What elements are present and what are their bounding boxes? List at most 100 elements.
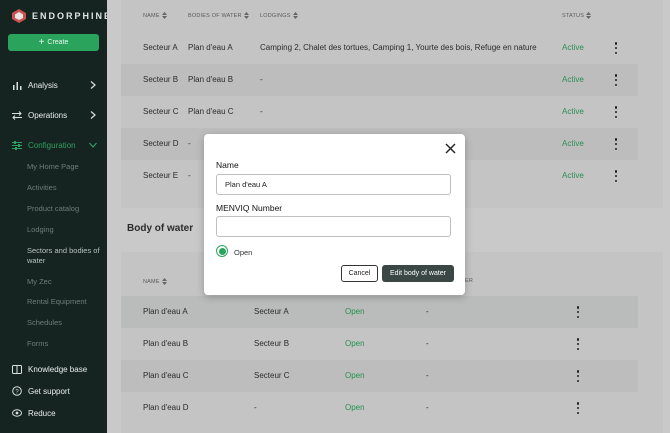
more-options-icon[interactable] xyxy=(613,170,619,182)
water-extra: - xyxy=(426,403,429,412)
open-radio-label: Open xyxy=(234,248,253,257)
water-name: Plan d'eau D xyxy=(143,403,189,412)
cancel-button[interactable]: Cancel xyxy=(341,265,378,282)
more-options-icon[interactable] xyxy=(575,402,581,414)
edit-body-of-water-button[interactable]: Edit body of water xyxy=(382,265,454,282)
chevron-right-icon xyxy=(88,80,98,90)
column-header-partial-label: ER xyxy=(465,278,474,284)
nav-configuration[interactable]: Configuration xyxy=(0,137,107,153)
eye-icon xyxy=(12,408,22,418)
column-header-lodgings-label: LODGINGS xyxy=(260,12,291,19)
sliders-icon xyxy=(12,140,22,150)
sub-item-forms[interactable]: Forms xyxy=(27,339,102,349)
nav-operations-label: Operations xyxy=(28,110,68,120)
more-options-icon[interactable] xyxy=(575,338,581,350)
column-header-name[interactable]: NAME xyxy=(143,278,167,285)
edit-body-of-water-dialog: Name MENVIQ Number Open Cancel Edit body… xyxy=(204,134,465,295)
nav-get-support[interactable]: ? Get support xyxy=(0,383,107,399)
table-row[interactable]: Plan d'eau B Secteur B Open - xyxy=(121,328,638,360)
close-icon[interactable] xyxy=(445,143,456,154)
sector-name: Secteur A xyxy=(143,43,178,52)
water-name: Plan d'eau A xyxy=(143,307,188,316)
table-row[interactable]: Secteur B Plan d'eau B - Active xyxy=(121,64,638,96)
sort-icon xyxy=(243,12,249,19)
app-name: ENDORPHINE xyxy=(32,11,113,21)
open-radio[interactable] xyxy=(216,245,228,257)
table-row[interactable]: Secteur C Plan d'eau C - Active xyxy=(121,96,638,128)
name-field-label: Name xyxy=(216,160,239,170)
sector-bodies: - xyxy=(188,171,191,180)
water-extra: - xyxy=(426,307,429,316)
sector-bodies: Plan d'eau A xyxy=(188,43,233,52)
chevron-down-icon xyxy=(88,140,98,150)
more-options-icon[interactable] xyxy=(613,74,619,86)
nav-knowledge-base-label: Knowledge base xyxy=(28,364,88,374)
sub-item-rental-equipment[interactable]: Rental Equipment xyxy=(27,297,102,307)
radio-selected-dot xyxy=(218,247,226,255)
sort-icon xyxy=(161,12,167,19)
nav-analysis[interactable]: Analysis xyxy=(0,77,107,93)
sub-item-schedules[interactable]: Schedules xyxy=(27,318,102,328)
nav-reduce-label: Reduce xyxy=(28,408,56,418)
column-header-status-label: STATUS xyxy=(562,12,585,19)
nav-configuration-label: Configuration xyxy=(28,140,76,150)
name-input[interactable] xyxy=(216,174,451,195)
water-name: Plan d'eau B xyxy=(143,339,189,348)
sector-status: Active xyxy=(562,43,584,52)
column-header-lodgings[interactable]: LODGINGS xyxy=(260,12,298,19)
table-row[interactable]: Plan d'eau C Secteur C Open - xyxy=(121,360,638,392)
column-header-bodies-label: BODIES OF WATER xyxy=(188,12,242,19)
plus-icon: + xyxy=(38,36,45,48)
table-row[interactable]: Plan d'eau D - Open - xyxy=(121,392,638,424)
water-status: Open xyxy=(345,403,365,412)
nav-analysis-label: Analysis xyxy=(28,80,58,90)
more-options-icon[interactable] xyxy=(613,106,619,118)
table-row[interactable]: Secteur A Plan d'eau A Camping 2, Chalet… xyxy=(121,32,638,64)
water-status: Open xyxy=(345,339,365,348)
column-header-status[interactable]: STATUS xyxy=(562,12,592,19)
sector-bodies: Plan d'eau B xyxy=(188,75,234,84)
section-title-body-of-water: Body of water xyxy=(127,223,194,234)
nav-get-support-label: Get support xyxy=(28,386,70,396)
water-sector: Secteur B xyxy=(254,339,290,348)
help-circle-icon: ? xyxy=(12,386,22,396)
sub-item-product-catalog[interactable]: Product catalog xyxy=(27,204,102,214)
sector-status: Active xyxy=(562,107,584,116)
sub-item-lodging[interactable]: Lodging xyxy=(27,225,102,235)
create-button[interactable]: + Create xyxy=(8,34,99,51)
sector-lodgings: - xyxy=(260,107,263,116)
sector-name: Secteur C xyxy=(143,107,179,116)
chevron-right-icon xyxy=(88,110,98,120)
sector-bodies: - xyxy=(188,139,191,148)
water-sector: Secteur A xyxy=(254,307,289,316)
more-options-icon[interactable] xyxy=(575,370,581,382)
sector-status: Active xyxy=(562,75,584,84)
menviq-number-input[interactable] xyxy=(216,216,451,237)
more-options-icon[interactable] xyxy=(613,42,619,54)
sub-item-sectors-and-bodies-of-water[interactable]: Sectors and bodies of water xyxy=(27,246,102,266)
column-header-bodies-of-water[interactable]: BODIES OF WATER xyxy=(188,12,249,19)
water-extra: - xyxy=(426,339,429,348)
sector-name: Secteur B xyxy=(143,75,179,84)
logo-icon xyxy=(12,9,26,23)
water-name: Plan d'eau C xyxy=(143,371,189,380)
sub-item-my-zec[interactable]: My Zec xyxy=(27,277,102,287)
nav-reduce[interactable]: Reduce xyxy=(0,405,107,421)
app-logo[interactable]: ENDORPHINE xyxy=(12,9,112,23)
sub-item-my-home-page[interactable]: My Home Page xyxy=(27,162,102,172)
column-header-partial[interactable]: ER xyxy=(465,278,473,284)
water-extra: - xyxy=(426,371,429,380)
more-options-icon[interactable] xyxy=(613,138,619,150)
water-status: Open xyxy=(345,307,365,316)
table-row[interactable]: Plan d'eau A Secteur A Open - xyxy=(121,296,638,328)
water-sector: - xyxy=(254,403,257,412)
sector-lodgings: Camping 2, Chalet des tortues, Camping 1… xyxy=(260,43,537,52)
nav-knowledge-base[interactable]: Knowledge base xyxy=(0,361,107,377)
sector-lodgings: - xyxy=(260,75,263,84)
nav-operations[interactable]: Operations xyxy=(0,107,107,123)
sub-item-activities[interactable]: Activities xyxy=(27,183,102,193)
sector-name: Secteur E xyxy=(143,171,179,180)
more-options-icon[interactable] xyxy=(575,306,581,318)
create-button-label: Create xyxy=(47,39,69,46)
column-header-name[interactable]: NAME xyxy=(143,12,167,19)
